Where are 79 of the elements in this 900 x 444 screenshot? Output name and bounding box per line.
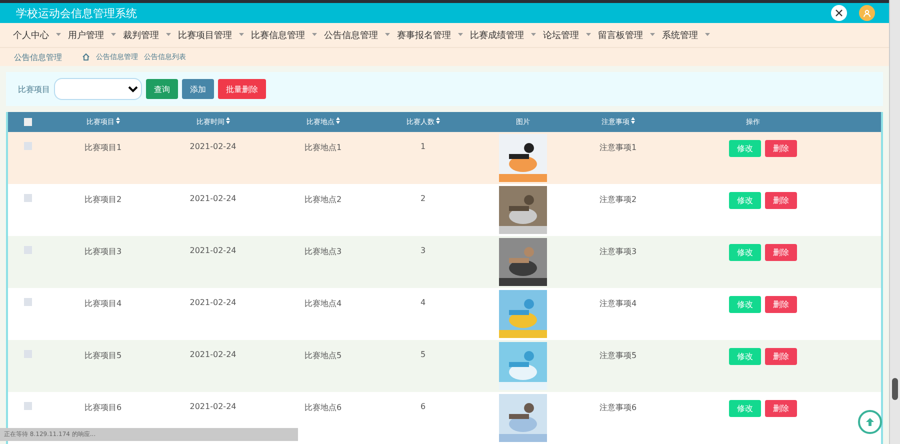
table-cell-text: 比赛地点2 — [303, 194, 343, 205]
nav-menu-item[interactable]: 比赛信息管理 — [244, 28, 312, 42]
delete-button[interactable]: 删除 — [765, 244, 797, 261]
nav-menu-item[interactable]: 比赛成绩管理 — [463, 28, 531, 42]
nav-menu-item[interactable]: 比赛项目管理 — [171, 28, 239, 42]
delete-button[interactable]: 删除 — [765, 348, 797, 365]
caret-icon — [56, 33, 61, 38]
table-cell-text: 1 — [419, 141, 427, 151]
table-cell-text: 比赛项目1 — [83, 142, 123, 153]
scrollbar[interactable] — [889, 0, 900, 444]
sort-icon — [630, 117, 634, 124]
add-button[interactable]: 添加 — [182, 79, 214, 99]
nav-menu-item[interactable]: 用户管理 — [61, 28, 111, 42]
table-cell-text: 比赛项目4 — [83, 298, 123, 309]
table-cell-text: 3 — [419, 245, 427, 255]
table-cell-text: 注意事项5 — [598, 350, 638, 361]
caret-icon — [166, 33, 171, 38]
table-cell-text: 比赛项目5 — [83, 350, 123, 361]
delete-button[interactable]: 删除 — [765, 296, 797, 313]
fullscreen-icon[interactable] — [831, 5, 847, 22]
caret-icon — [312, 33, 317, 38]
table-cell-text: 注意事项3 — [598, 246, 638, 257]
table-cell-text: 注意事项2 — [598, 194, 638, 205]
table-cell-text: 注意事项4 — [598, 298, 638, 309]
table-cell-text: 注意事项6 — [598, 402, 638, 413]
caret-icon — [586, 33, 591, 38]
caret-icon — [458, 33, 463, 38]
nav-menu-item[interactable]: 裁判管理 — [116, 28, 166, 42]
table-cell-text: 4 — [419, 297, 427, 307]
table-cell-text: 6 — [419, 401, 427, 411]
table-cell-text: 比赛项目2 — [83, 194, 123, 205]
table-cell-text: 比赛地点6 — [303, 402, 343, 413]
sort-icon — [226, 117, 230, 124]
sort-icon — [436, 117, 440, 124]
caret-icon — [111, 33, 116, 38]
table-cell-text: 2021-02-24 — [188, 245, 238, 255]
caret-icon — [239, 33, 244, 38]
table-cell-text: 5 — [419, 349, 427, 359]
select-all-checkbox[interactable] — [24, 118, 32, 126]
table-cell-text: 2021-02-24 — [188, 349, 238, 359]
batch-delete-button[interactable]: 批量删除 — [218, 79, 266, 99]
search-button[interactable]: 查询 — [146, 79, 178, 99]
caret-icon — [705, 33, 710, 38]
caret-icon — [385, 33, 390, 38]
app-title: 学校运动会信息管理系统 — [16, 6, 138, 21]
row-checkbox[interactable] — [24, 298, 32, 306]
sort-icon — [116, 117, 120, 124]
row-checkbox[interactable] — [24, 402, 32, 410]
nav-menu-item[interactable]: 论坛管理 — [536, 28, 586, 42]
table-cell-text: 2021-02-24 — [188, 401, 238, 411]
nav-menu-item[interactable]: 个人中心 — [6, 28, 56, 42]
table-cell-text: 2 — [419, 193, 427, 203]
delete-button[interactable]: 删除 — [765, 140, 797, 157]
caret-icon — [650, 33, 655, 38]
delete-button[interactable]: 删除 — [765, 400, 797, 417]
table-cell-text: 比赛地点3 — [303, 246, 343, 257]
nav-menu-item[interactable]: 公告信息管理 — [317, 28, 385, 42]
project-select[interactable] — [54, 78, 142, 100]
table-cell-text: 2021-02-24 — [188, 193, 238, 203]
home-icon[interactable] — [82, 53, 90, 62]
sort-icon — [336, 117, 340, 124]
table-cell-text: 注意事项1 — [598, 142, 638, 153]
row-checkbox[interactable] — [24, 194, 32, 202]
nav-menu-item[interactable]: 赛事报名管理 — [390, 28, 458, 42]
table-cell-text: 比赛地点5 — [303, 350, 343, 361]
row-checkbox[interactable] — [24, 142, 32, 150]
filter-label: 比赛项目 — [18, 84, 50, 94]
nav-menu-item[interactable]: 系统管理 — [655, 28, 705, 42]
table-cell-text: 比赛项目6 — [83, 402, 123, 413]
table-cell-text: 比赛项目3 — [83, 246, 123, 257]
table-cell-text: 比赛地点4 — [303, 298, 343, 309]
page-title: 公告信息管理 — [14, 52, 62, 63]
table-cell-text: 2021-02-24 — [188, 297, 238, 307]
user-avatar-icon[interactable] — [859, 5, 875, 22]
nav-menu-item[interactable]: 留言板管理 — [591, 28, 650, 42]
caret-icon — [531, 33, 536, 38]
delete-button[interactable]: 删除 — [765, 192, 797, 209]
table-cell-text: 比赛地点1 — [303, 142, 343, 153]
table-cell-text: 2021-02-24 — [188, 141, 238, 151]
